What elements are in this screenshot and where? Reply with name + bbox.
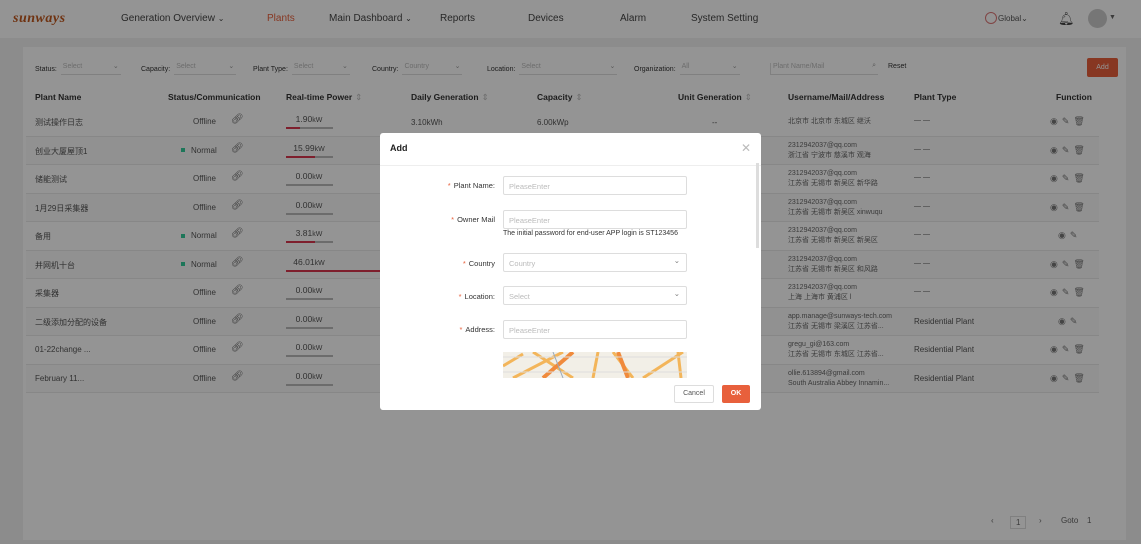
divider <box>380 165 761 166</box>
map-roads <box>503 352 687 378</box>
label-text: Location: <box>464 292 495 301</box>
add-plant-dialog: Add ✕ * Plant Name: PleaseEnter * Owner Ma… <box>380 133 761 410</box>
close-icon[interactable]: ✕ <box>741 141 751 155</box>
plant-name-input[interactable]: PleaseEnter <box>503 176 687 195</box>
country-label: * Country <box>462 259 495 268</box>
address-input[interactable]: PleaseEnter <box>503 320 687 339</box>
plant-name-label: * Plant Name: <box>447 181 495 190</box>
label-text: Country <box>468 259 495 268</box>
label-text: Plant Name: <box>453 181 495 190</box>
address-label: * Address: <box>459 325 495 334</box>
location-map[interactable] <box>503 352 687 378</box>
ok-button[interactable]: OK <box>722 385 750 403</box>
label-text: Owner Mail <box>457 215 495 224</box>
select-placeholder: Country <box>509 259 536 268</box>
password-hint: The initial password for end-user APP lo… <box>503 230 678 237</box>
country-select[interactable]: Country ⌄ <box>503 253 687 272</box>
select-placeholder: Select <box>509 292 530 301</box>
chevron-down-icon: ⌄ <box>673 289 680 298</box>
chevron-down-icon: ⌄ <box>673 256 680 265</box>
owner-mail-input[interactable]: PleaseEnter <box>503 210 687 229</box>
cancel-button[interactable]: Cancel <box>674 385 714 403</box>
dialog-scrollbar[interactable] <box>756 163 759 248</box>
dialog-title: Add <box>390 143 408 153</box>
location-label: * Location: <box>458 292 495 301</box>
label-text: Address: <box>465 325 495 334</box>
owner-mail-label: * Owner Mail <box>451 215 495 224</box>
location-select[interactable]: Select ⌄ <box>503 286 687 305</box>
